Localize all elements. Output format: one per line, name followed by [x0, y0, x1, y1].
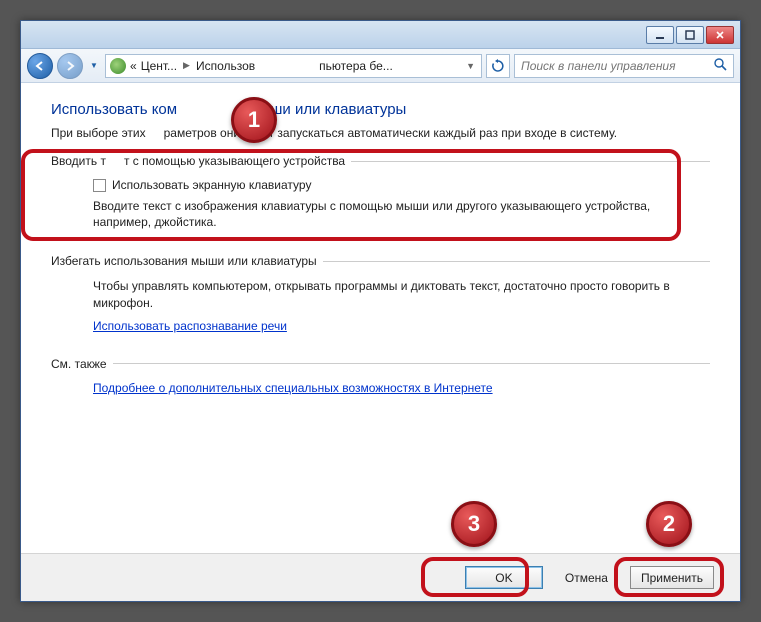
cancel-button[interactable]: Отмена [555, 566, 618, 589]
breadcrumb-seg[interactable]: Использов [196, 59, 255, 73]
page-title: Использовать комxxxxxxxxxxxыши или клави… [51, 101, 710, 118]
group-see-also: См. также Подробнее о дополнительных спе… [51, 357, 710, 405]
group-description: Чтобы управлять компьютером, открывать п… [93, 278, 700, 310]
onscreen-keyboard-checkbox[interactable] [93, 179, 106, 192]
group-label: Избегать использования мыши или клавиату… [51, 254, 710, 268]
minimize-button[interactable] [646, 26, 674, 44]
search-box[interactable] [514, 54, 734, 78]
control-panel-icon [110, 58, 126, 74]
breadcrumb-seg[interactable]: Цент... [141, 59, 177, 73]
content-area: Использовать комxxxxxxxxxxxыши или клави… [21, 83, 740, 553]
close-button[interactable] [706, 26, 734, 44]
dialog-footer: OK Отмена Применить [21, 553, 740, 601]
apply-button[interactable]: Применить [630, 566, 714, 589]
breadcrumb-seg[interactable]: пьютера бе... [319, 59, 393, 73]
chevron-down-icon[interactable]: ▼ [464, 61, 477, 71]
back-button[interactable] [27, 53, 53, 79]
arrow-right-icon [64, 60, 76, 72]
refresh-button[interactable] [486, 54, 510, 78]
group-label: См. также [51, 357, 710, 371]
refresh-icon [491, 59, 505, 73]
nav-history-dropdown[interactable]: ▼ [87, 57, 101, 75]
page-subtitle: При выборе этихxxxраметров они будут зап… [51, 126, 710, 140]
breadcrumb-prefix: « [130, 59, 137, 73]
arrow-left-icon [34, 60, 46, 72]
checkbox-label[interactable]: Использовать экранную клавиатуру [112, 178, 311, 192]
search-icon[interactable] [714, 58, 727, 74]
forward-button[interactable] [57, 53, 83, 79]
titlebar [21, 21, 740, 49]
ok-button[interactable]: OK [465, 566, 543, 589]
search-input[interactable] [521, 59, 714, 73]
group-label: Вводить тxxxт с помощью указывающего уст… [51, 154, 710, 168]
navbar: ▼ « Цент... ▶ Использов пьютера бе... ▼ [21, 49, 740, 83]
speech-recognition-link[interactable]: Использовать распознавание речи [93, 319, 700, 333]
maximize-button[interactable] [676, 26, 704, 44]
group-description: Вводите текст с изображения клавиатуры с… [93, 198, 700, 230]
chevron-right-icon: ▶ [181, 60, 192, 71]
group-avoid-mouse-keyboard: Избегать использования мыши или клавиату… [51, 254, 710, 342]
learn-more-link[interactable]: Подробнее о дополнительных специальных в… [93, 381, 700, 395]
control-panel-window: ▼ « Цент... ▶ Использов пьютера бе... ▼ … [20, 20, 741, 602]
group-pointing-device-input: Вводить тxxxт с помощью указывающего уст… [51, 154, 710, 240]
breadcrumb[interactable]: « Цент... ▶ Использов пьютера бе... ▼ [105, 54, 482, 78]
